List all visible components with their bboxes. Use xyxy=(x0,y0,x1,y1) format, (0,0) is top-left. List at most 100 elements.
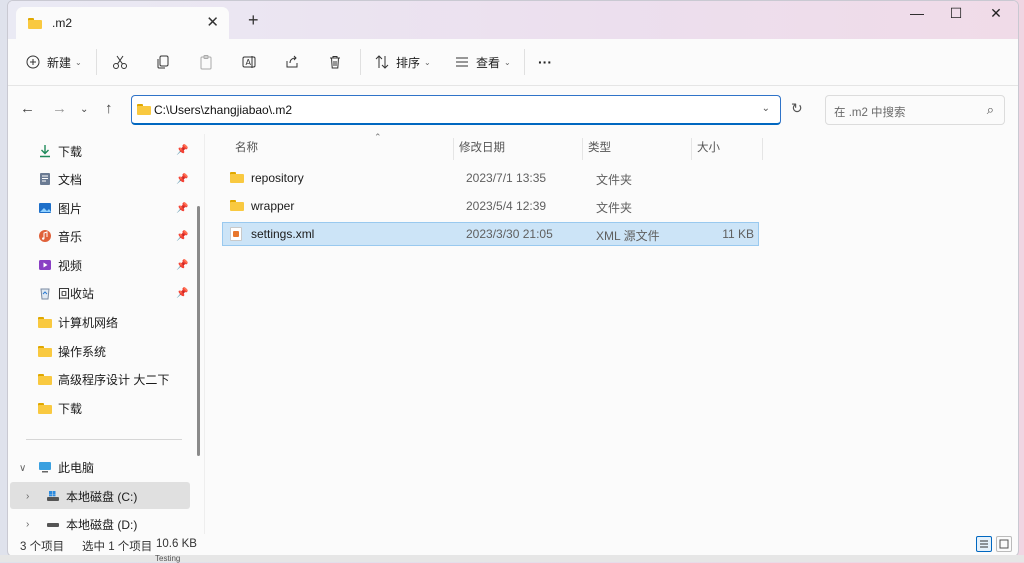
table-row[interactable]: repository 2023/7/1 13:35 文件夹 xyxy=(222,166,759,190)
copy-icon xyxy=(157,55,169,69)
sidebar-item-drive-c[interactable]: 本地磁盘 (C:) xyxy=(46,483,226,509)
column-header-type[interactable]: 类型 xyxy=(588,134,688,160)
back-arrow-icon[interactable]: ← xyxy=(20,100,35,117)
sidebar-item-videos[interactable]: 视频 xyxy=(38,252,218,278)
share-button[interactable] xyxy=(284,50,300,74)
forward-arrow-icon[interactable]: → xyxy=(52,100,67,117)
rename-icon: A xyxy=(242,56,256,68)
tab-m2[interactable]: .m2 ✕ xyxy=(16,7,229,39)
folder-icon xyxy=(38,373,52,385)
sidebar-item-recycle-bin[interactable]: 回收站 xyxy=(38,280,218,306)
column-label: 名称 xyxy=(235,142,258,154)
delete-button[interactable] xyxy=(327,50,343,74)
column-header-size[interactable]: 大小 xyxy=(697,134,757,160)
sidebar-item-label: 下载 xyxy=(58,401,83,416)
rename-button[interactable]: A xyxy=(241,50,257,74)
divider xyxy=(524,49,525,75)
view-button[interactable]: 查看 ⌄ xyxy=(454,50,511,74)
sidebar-item-documents[interactable]: 文档 xyxy=(38,166,218,192)
new-label: 新建 xyxy=(47,55,72,70)
more-options-button[interactable]: ··· xyxy=(538,50,552,74)
file-list: 名称 ⌃ 修改日期 类型 大小 repository 2023/7/1 13:3… xyxy=(204,132,1018,534)
sidebar-item-label: 操作系统 xyxy=(58,344,107,359)
paste-button[interactable] xyxy=(198,50,214,74)
column-header-name[interactable]: 名称 ⌃ xyxy=(235,132,445,160)
sidebar-item-label: 文档 xyxy=(58,172,83,187)
new-button[interactable]: 新建 ⌄ xyxy=(26,50,82,74)
pin-icon[interactable]: 📌 xyxy=(176,174,188,185)
chevron-down-icon: ⌄ xyxy=(424,57,431,67)
chevron-down-icon[interactable]: ∨ xyxy=(19,463,26,474)
folder-icon xyxy=(38,316,52,328)
sidebar-item-pictures[interactable]: 图片 xyxy=(38,195,218,221)
drive-icon xyxy=(47,523,59,527)
pin-icon[interactable]: 📌 xyxy=(176,288,188,299)
sidebar-scrollbar[interactable] xyxy=(197,206,200,456)
chevron-right-icon[interactable]: › xyxy=(26,491,29,502)
tab-close-button[interactable]: ✕ xyxy=(206,13,219,31)
view-label: 查看 xyxy=(476,55,501,70)
new-tab-button[interactable]: + xyxy=(248,10,259,31)
sidebar-item-label: 图片 xyxy=(58,201,83,216)
sort-button[interactable]: 排序 ⌄ xyxy=(374,50,431,74)
document-icon xyxy=(40,173,50,185)
chevron-down-icon[interactable]: ⌄ xyxy=(762,103,770,114)
plus-circle-icon xyxy=(26,55,40,69)
table-row[interactable]: wrapper 2023/5/4 12:39 文件夹 xyxy=(222,194,759,218)
xml-file-icon xyxy=(230,227,242,241)
copy-button[interactable] xyxy=(155,50,171,74)
pin-icon[interactable]: 📌 xyxy=(176,260,188,271)
column-label: 大小 xyxy=(697,142,720,154)
column-header-modified[interactable]: 修改日期 xyxy=(459,134,579,160)
minimize-button[interactable]: — xyxy=(897,5,937,27)
recent-chevron-icon[interactable]: ⌄ xyxy=(80,104,88,115)
sidebar-item-music[interactable]: 音乐 xyxy=(38,223,218,249)
column-divider[interactable] xyxy=(762,138,763,160)
table-row[interactable]: settings.xml 2023/3/30 21:05 XML 源文件 11 … xyxy=(222,222,759,246)
sidebar-item-folder[interactable]: 高级程序设计 大二下 xyxy=(38,366,218,392)
address-text[interactable]: C:\Users\zhangjiabao\.m2 xyxy=(154,103,292,117)
up-arrow-icon[interactable]: ↑ xyxy=(105,100,113,117)
sidebar-item-label: 视频 xyxy=(58,258,83,273)
pin-icon[interactable]: 📌 xyxy=(176,145,188,156)
column-divider[interactable] xyxy=(453,138,454,160)
music-icon xyxy=(39,230,51,242)
search-icon[interactable]: ⌕ xyxy=(987,102,994,118)
file-type: 文件夹 xyxy=(596,173,633,187)
column-divider[interactable] xyxy=(582,138,583,160)
details-view-button[interactable] xyxy=(976,536,992,552)
computer-icon xyxy=(39,462,51,473)
sidebar-item-label: 音乐 xyxy=(58,229,83,244)
view-icon xyxy=(456,57,468,67)
file-name: repository xyxy=(251,171,304,185)
chevron-down-icon: ⌄ xyxy=(504,57,511,67)
folder-icon xyxy=(28,17,42,29)
sidebar-item-label: 此电脑 xyxy=(58,460,95,475)
chevron-right-icon[interactable]: › xyxy=(26,519,29,530)
search-input[interactable]: 在 .m2 中搜索 xyxy=(834,104,906,120)
close-button[interactable]: ✕ xyxy=(976,5,1016,27)
sidebar-item-folder[interactable]: 操作系统 xyxy=(38,338,218,364)
address-bar[interactable]: C:\Users\zhangjiabao\.m2 ⌄ xyxy=(131,95,781,125)
pin-icon[interactable]: 📌 xyxy=(176,231,188,242)
maximize-button[interactable]: ☐ xyxy=(936,5,976,27)
pin-icon[interactable]: 📌 xyxy=(176,203,188,214)
cut-button[interactable] xyxy=(112,50,128,74)
file-size: 11 KB xyxy=(722,227,754,241)
tiles-view-button[interactable] xyxy=(996,536,1012,552)
search-box[interactable]: 在 .m2 中搜索 ⌕ xyxy=(825,95,1005,125)
file-type: 文件夹 xyxy=(596,201,633,215)
sidebar-item-downloads[interactable]: 下载 xyxy=(38,138,218,164)
column-divider[interactable] xyxy=(691,138,692,160)
refresh-icon[interactable]: ↻ xyxy=(791,100,803,117)
sidebar-item-folder[interactable]: 计算机网络 xyxy=(38,309,218,335)
paste-icon xyxy=(200,55,212,70)
file-explorer-window: .m2 ✕ + — ☐ ✕ 新建 ⌄ A 排序 ⌄ 查看 ⌄ ··· ← → ⌄… xyxy=(7,0,1019,557)
video-icon xyxy=(39,260,51,270)
chevron-down-icon: ⌄ xyxy=(75,57,82,67)
divider xyxy=(26,439,182,440)
sidebar-item-folder[interactable]: 下载 xyxy=(38,395,218,421)
sidebar-item-this-pc[interactable]: 此电脑 xyxy=(38,454,218,480)
background-window-strip xyxy=(0,555,1024,562)
folder-icon xyxy=(38,402,52,414)
